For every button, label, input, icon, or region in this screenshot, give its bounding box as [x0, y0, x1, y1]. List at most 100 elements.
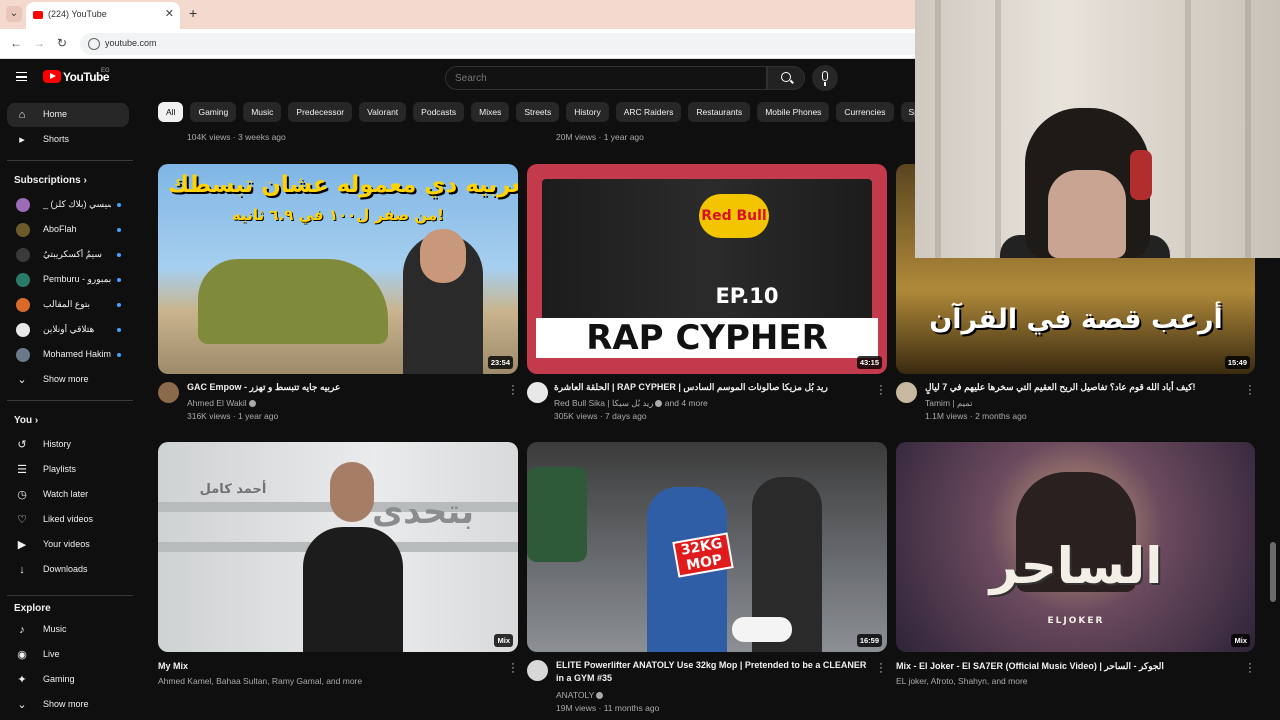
- subscription-label: Pemburu - بمبورو: [43, 274, 111, 284]
- sidebar-item-liked-videos[interactable]: ♡ Liked videos: [7, 508, 129, 532]
- chip-history[interactable]: History: [566, 102, 609, 122]
- face-shape: [330, 462, 374, 522]
- video-title[interactable]: My Mix: [158, 660, 488, 673]
- subscription-item[interactable]: AboFlah: [7, 218, 129, 242]
- sidebar-item-downloads[interactable]: ↓ Downloads: [7, 558, 129, 582]
- subscription-item[interactable]: هتلاقي أونلاين: [7, 318, 129, 342]
- reload-button[interactable]: ↻: [57, 36, 67, 50]
- youtube-logo-icon[interactable]: [43, 70, 61, 83]
- chip-music[interactable]: Music: [243, 102, 282, 122]
- subscription-item[interactable]: _ وليد السيسي (بلاك كلز): [7, 193, 129, 217]
- chip-arc-raiders[interactable]: ARC Raiders: [615, 102, 682, 122]
- more-options-icon[interactable]: · · ·: [1247, 381, 1253, 400]
- mix-artists[interactable]: EL joker, Afroto, Shahyn, and more: [896, 676, 1028, 686]
- chip-sports[interactable]: Sports: [900, 102, 915, 122]
- chip-valorant[interactable]: Valorant: [359, 102, 407, 122]
- channel-avatar[interactable]: [896, 382, 917, 403]
- chip-mixes[interactable]: Mixes: [471, 102, 510, 122]
- channel-name[interactable]: ANATOLY: [556, 690, 604, 700]
- chip-podcasts[interactable]: Podcasts: [413, 102, 465, 122]
- video-thumbnail[interactable]: بتحدى أحمد كامل Mix: [158, 442, 518, 652]
- video-thumbnail[interactable]: العربيه دي معموله عشان تبسطك من صفر ل١٠٠…: [158, 164, 518, 374]
- more-options-icon[interactable]: · · ·: [1247, 659, 1253, 678]
- subscription-label: بتوع المقالب: [43, 299, 91, 309]
- video-thumbnail[interactable]: 32KG MOP 16:59: [527, 442, 887, 652]
- chip-streets[interactable]: Streets: [516, 102, 560, 122]
- video-stats: 20M views · 1 year ago: [556, 132, 644, 142]
- more-options-icon[interactable]: · · ·: [878, 659, 884, 678]
- forward-button[interactable]: →: [33, 36, 45, 50]
- sidebar-item-shorts[interactable]: ▸ Shorts: [7, 128, 129, 152]
- chip-all[interactable]: All: [158, 102, 184, 122]
- video-title[interactable]: الحلقة العاشرة | RAP CYPHER | ريد بُل مز…: [554, 381, 869, 394]
- subscription-item[interactable]: Pemburu - بمبورو: [7, 268, 129, 292]
- video-title[interactable]: GAC Empow - عربيه جايه تتبسط و تهزر: [187, 381, 497, 394]
- channel-avatar: [16, 248, 30, 262]
- subscription-item[interactable]: سيمُ أكسكريبتيُ: [7, 243, 129, 267]
- video-title[interactable]: Mix - El Joker - El SA7ER (Official Musi…: [896, 660, 1226, 673]
- chip-gaming[interactable]: Gaming: [190, 102, 237, 122]
- sidebar-item-gaming[interactable]: ✦ Gaming: [7, 668, 129, 692]
- browser-tab[interactable]: (224) YouTube ✕: [26, 2, 180, 29]
- sidebar-divider: [7, 595, 133, 596]
- subscriptions-heading[interactable]: Subscriptions ›: [14, 175, 87, 186]
- tab-search-button[interactable]: ⌄: [6, 6, 22, 22]
- thumbnail-text: بتحدى: [372, 492, 474, 532]
- menu-icon[interactable]: [16, 72, 27, 81]
- sidebar-divider: [7, 400, 133, 401]
- video-title[interactable]: كيف أباد الله قوم عاد؟ تفاصيل الريح العق…: [925, 381, 1235, 394]
- more-options-icon[interactable]: · · ·: [510, 659, 516, 678]
- you-heading[interactable]: You ›: [14, 415, 38, 426]
- sidebar-item-playlists[interactable]: ☰ Playlists: [7, 458, 129, 482]
- chip-mobile-phones[interactable]: Mobile Phones: [757, 102, 830, 122]
- mix-artists[interactable]: Ahmed Kamel, Bahaa Sultan, Ramy Gamal, a…: [158, 676, 362, 686]
- channel-avatar[interactable]: [158, 382, 179, 403]
- sidebar-item-label: Playlists: [43, 464, 77, 474]
- address-bar[interactable]: youtube.com: [80, 33, 960, 55]
- more-options-icon[interactable]: · · ·: [510, 381, 516, 400]
- channel-avatar[interactable]: [527, 382, 548, 403]
- channel-name[interactable]: Tamim | تميم: [925, 398, 972, 409]
- thumbnail-text: الساحر: [989, 537, 1163, 595]
- sidebar-item-watch-later[interactable]: ◷ Watch later: [7, 483, 129, 507]
- sidebar-item-home[interactable]: ⌂ Home: [7, 103, 129, 127]
- history-icon: ↺: [17, 439, 27, 451]
- back-button[interactable]: ←: [10, 36, 22, 50]
- chip-currencies[interactable]: Currencies: [836, 102, 894, 122]
- search-box[interactable]: [445, 66, 767, 90]
- subscription-label: هتلاقي أونلاين: [43, 324, 95, 334]
- sidebar-item-music[interactable]: ♪ Music: [7, 618, 129, 642]
- subscription-item[interactable]: بتوع المقالب: [7, 293, 129, 317]
- explore-show-more[interactable]: ⌄ Show more: [7, 693, 129, 717]
- video-thumbnail[interactable]: Red Bull EP.10 RAP CYPHER 43:15: [527, 164, 887, 374]
- video-duration: 23:54: [487, 356, 513, 369]
- new-tab-button[interactable]: +: [189, 5, 197, 21]
- subscription-item[interactable]: Mohamed Hakim: [7, 343, 129, 367]
- sidebar-item-your-videos[interactable]: ▶ Your videos: [7, 533, 129, 557]
- search-button[interactable]: [767, 66, 805, 90]
- channel-name[interactable]: Red Bull Sika | ريد بُل سيكا and 4 more: [554, 398, 708, 409]
- new-content-dot: [117, 228, 121, 232]
- voice-search-button[interactable]: [812, 65, 838, 91]
- new-content-dot: [117, 303, 121, 307]
- channel-avatar[interactable]: [527, 660, 548, 681]
- search-input[interactable]: [446, 67, 746, 89]
- sidebar-item-history[interactable]: ↺ History: [7, 433, 129, 457]
- site-info-icon[interactable]: [88, 38, 100, 50]
- mop-shape: [732, 617, 792, 642]
- chip-predecessor[interactable]: Predecessor: [288, 102, 353, 122]
- thumbnail-text: أحمد كامل: [199, 482, 267, 497]
- sidebar-item-label: Show more: [43, 699, 89, 709]
- channel-name[interactable]: Ahmed El Wakil: [187, 398, 256, 408]
- page-scrollbar[interactable]: [1270, 542, 1276, 602]
- video-title[interactable]: ELITE Powerlifter ANATOLY Use 32kg Mop |…: [556, 659, 871, 685]
- curtain-fold: [935, 0, 941, 258]
- sidebar-item-label: History: [43, 439, 72, 449]
- tab-close-icon[interactable]: ✕: [165, 7, 174, 20]
- shorts-icon: ▸: [19, 134, 25, 146]
- chip-restaurants[interactable]: Restaurants: [688, 102, 751, 122]
- subscriptions-show-more[interactable]: ⌄ Show more: [7, 368, 129, 392]
- video-thumbnail[interactable]: الساحر ELJOKER Mix: [896, 442, 1255, 652]
- more-options-icon[interactable]: · · ·: [878, 381, 884, 400]
- sidebar-item-live[interactable]: ◉ Live: [7, 643, 129, 667]
